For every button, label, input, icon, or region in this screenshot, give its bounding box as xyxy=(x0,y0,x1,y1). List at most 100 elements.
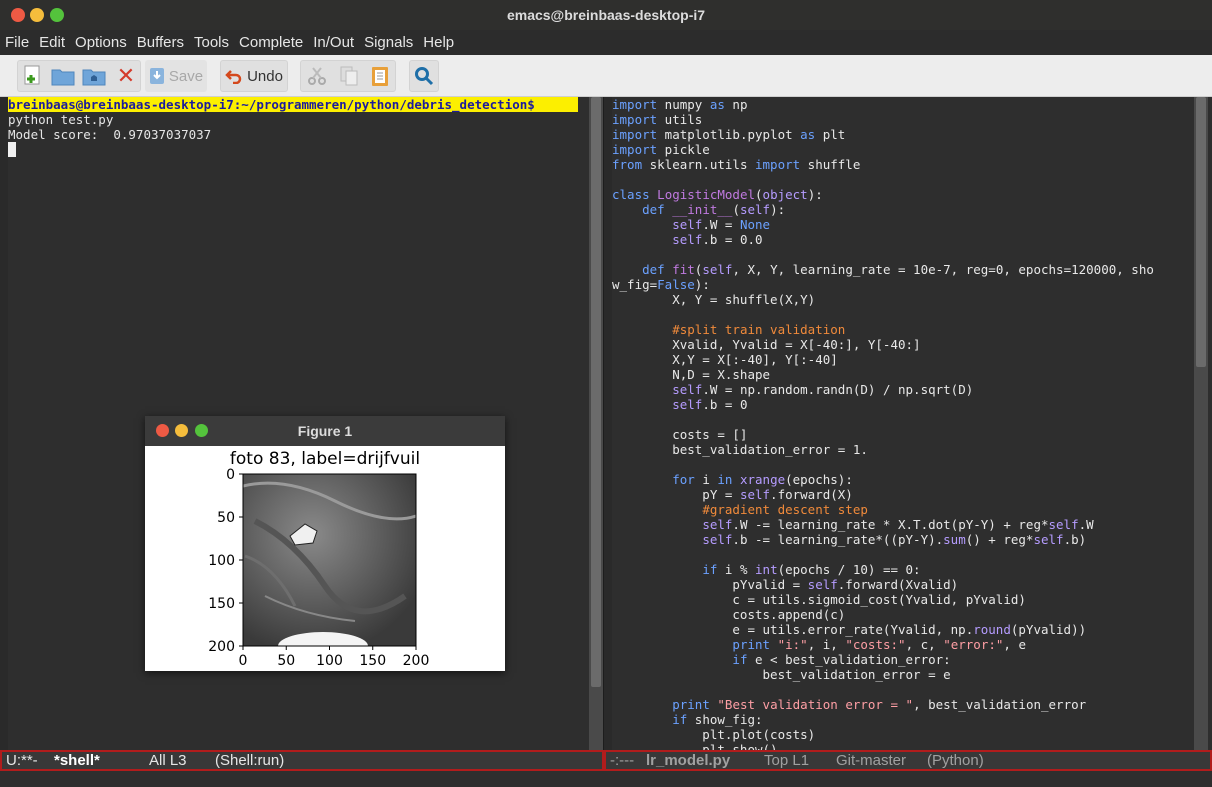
code-scrollbar-thumb[interactable] xyxy=(1196,97,1206,367)
close-buffer-button[interactable]: ✕ xyxy=(113,60,139,92)
dired-button[interactable] xyxy=(80,60,108,92)
code-line: if show_fig: xyxy=(672,712,763,727)
figure-maximize-button[interactable] xyxy=(195,424,208,437)
new-file-button[interactable] xyxy=(20,60,46,92)
modeline-mode[interactable]: (Shell:run) xyxy=(215,752,284,769)
shell-mode-line: U:**- *shell* All L3 (Shell:run) xyxy=(0,750,604,771)
toolbar: ✕ Save Undo xyxy=(0,55,1212,97)
code-line: costs = [] xyxy=(612,427,748,442)
copy-icon xyxy=(340,66,358,86)
modeline-status: -:--- xyxy=(610,752,635,769)
left-fringe xyxy=(0,97,8,750)
close-icon: ✕ xyxy=(116,63,136,88)
window-title: emacs@breinbaas-desktop-i7 xyxy=(506,7,706,23)
menu-options[interactable]: Options xyxy=(75,34,127,51)
code-scrollbar[interactable] xyxy=(1194,97,1208,750)
open-directory-button[interactable] xyxy=(49,60,77,92)
copy-button[interactable] xyxy=(335,60,363,92)
code-line: def __init__(self): xyxy=(642,202,786,217)
shell-command: python test.py xyxy=(8,112,114,127)
modeline-buffer-name[interactable]: lr_model.py xyxy=(646,752,730,769)
modeline-position: Top L1 xyxy=(764,752,810,769)
code-line: w_fig=False): xyxy=(612,277,710,292)
code-line: import numpy as np xyxy=(612,97,748,112)
code-line: X, Y = shuffle(X,Y) xyxy=(612,292,816,307)
code-line: self.W = np.random.randn(D) / np.sqrt(D) xyxy=(672,382,974,397)
save-icon xyxy=(149,68,164,84)
menu-file[interactable]: File xyxy=(5,34,29,51)
menu-signals[interactable]: Signals xyxy=(364,34,413,51)
y-tick-label: 100 xyxy=(208,553,235,569)
code-line: c = utils.sigmoid_cost(Yvalid, pYvalid) xyxy=(612,592,1026,607)
modeline-vc-branch[interactable]: Git-master xyxy=(836,752,906,769)
code-line: from sklearn.utils import shuffle xyxy=(612,157,861,172)
menu-bar: File Edit Options Buffers Tools Complete… xyxy=(0,30,1212,55)
figure-title: Figure 1 xyxy=(297,423,353,439)
close-window-button[interactable] xyxy=(11,8,25,22)
minimize-window-button[interactable] xyxy=(30,8,44,22)
modeline-buffer-name[interactable]: *shell* xyxy=(54,752,100,769)
code-buffer[interactable]: import numpy as np import utils import mat… xyxy=(612,97,1154,757)
modeline-mode[interactable]: (Python) xyxy=(927,752,984,769)
code-line: costs.append(c) xyxy=(612,607,846,622)
figure-titlebar: Figure 1 xyxy=(145,416,505,446)
new-file-icon xyxy=(24,65,40,85)
paste-button[interactable] xyxy=(366,60,394,92)
menu-buffers[interactable]: Buffers xyxy=(137,34,184,51)
y-axis: 0 50 100 150 200 xyxy=(208,467,243,655)
x-tick-label: 150 xyxy=(359,653,386,669)
shell-prompt: breinbaas@breinbaas-desktop-i7:~/program… xyxy=(8,97,578,112)
figure-minimize-button[interactable] xyxy=(175,424,188,437)
code-line: import pickle xyxy=(612,142,710,157)
folder-icon xyxy=(51,69,75,86)
code-line: #gradient descent step xyxy=(702,502,868,517)
code-line: self.W -= learning_rate * X.T.dot(pY-Y) … xyxy=(702,517,1094,532)
code-line: import matplotlib.pyplot as plt xyxy=(612,127,846,142)
code-line: X,Y = X[:-40], Y[:-40] xyxy=(612,352,838,367)
cut-button[interactable] xyxy=(303,60,331,92)
menu-complete[interactable]: Complete xyxy=(239,34,303,51)
menu-help[interactable]: Help xyxy=(423,34,454,51)
right-fringe xyxy=(604,97,612,750)
search-icon xyxy=(415,67,434,86)
code-line: best_validation_error = 1. xyxy=(612,442,868,457)
undo-icon xyxy=(225,70,242,84)
x-tick-label: 0 xyxy=(239,653,248,669)
figure-plot: foto 83, label=drijfvuil 0 50 100 150 200 0 5… xyxy=(208,449,429,669)
text-cursor xyxy=(8,142,16,157)
search-button[interactable] xyxy=(409,60,439,92)
x-axis: 0 50 100 150 200 xyxy=(239,646,429,669)
paste-icon xyxy=(372,67,388,86)
shell-scrollbar[interactable] xyxy=(589,97,603,750)
figure-window[interactable]: Figure 1 foto 83, label=drijfvuil 0 50 100… xyxy=(145,416,505,671)
code-line: if i % int(epochs / 10) == 0: xyxy=(702,562,921,577)
menu-edit[interactable]: Edit xyxy=(39,34,65,51)
code-window[interactable]: import numpy as np import utils import mat… xyxy=(604,97,1212,757)
menu-in-out[interactable]: In/Out xyxy=(313,34,354,51)
x-tick-label: 50 xyxy=(277,653,295,669)
code-line: pYvalid = self.forward(Xvalid) xyxy=(612,577,959,592)
menu-tools[interactable]: Tools xyxy=(194,34,229,51)
shell-scrollbar-thumb[interactable] xyxy=(591,97,601,687)
code-line: best_validation_error = e xyxy=(612,667,951,682)
undo-label: Undo xyxy=(247,67,283,85)
plot-title: foto 83, label=drijfvuil xyxy=(230,449,420,469)
home-folder-icon xyxy=(82,69,106,86)
save-button[interactable]: Save xyxy=(145,60,207,92)
minibuffer[interactable] xyxy=(0,771,1212,787)
shell-buffer[interactable]: breinbaas@breinbaas-desktop-i7:~/program… xyxy=(8,97,578,157)
modeline-position: All L3 xyxy=(149,752,187,769)
undo-button[interactable]: Undo xyxy=(220,60,288,92)
maximize-window-button[interactable] xyxy=(50,8,64,22)
code-line: for i in xrange(epochs): xyxy=(672,472,853,487)
save-label: Save xyxy=(168,67,204,85)
code-line: import utils xyxy=(612,112,703,127)
code-line: e = utils.error_rate(Yvalid, np.round(pY… xyxy=(612,622,1087,637)
figure-close-button[interactable] xyxy=(156,424,169,437)
code-line: print "i:", i, "costs:", c, "error:", e xyxy=(732,637,1026,652)
